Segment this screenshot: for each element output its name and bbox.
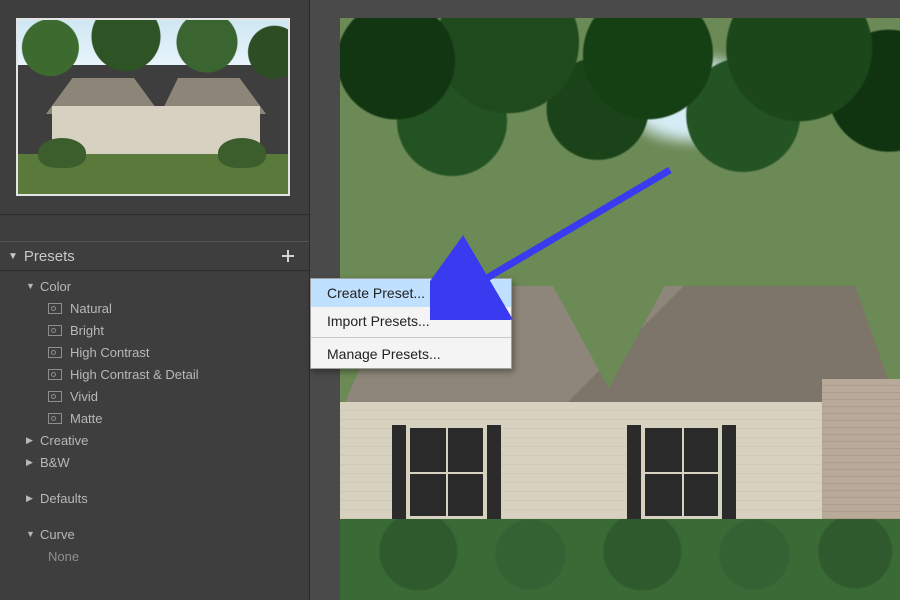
plus-icon — [280, 248, 296, 264]
preset-label: Natural — [70, 301, 112, 316]
preset-item-high-contrast[interactable]: High Contrast — [0, 341, 309, 363]
menu-item-import-presets[interactable]: Import Presets... — [311, 307, 511, 335]
presets-panel-title: Presets — [24, 248, 75, 265]
chevron-right-icon: ▶ — [26, 435, 40, 446]
preset-thumb-icon — [48, 347, 62, 358]
add-preset-button[interactable] — [279, 247, 297, 265]
preset-label: Vivid — [70, 389, 98, 404]
chevron-down-icon: ▼ — [26, 281, 40, 291]
left-sidebar: ▼ Presets ▼ Color Natural Bright High Co… — [0, 0, 310, 600]
preset-label: Bright — [70, 323, 104, 338]
presets-context-menu: Create Preset... Import Presets... Manag… — [310, 278, 512, 369]
presets-panel-body: ▼ Color Natural Bright High Contrast Hig… — [0, 271, 309, 575]
navigator-thumbnail-area — [0, 0, 309, 215]
menu-item-label: Manage Presets... — [327, 346, 441, 362]
preset-thumb-icon — [48, 391, 62, 402]
chevron-right-icon: ▶ — [26, 493, 40, 504]
preset-group-curve[interactable]: ▼ Curve — [0, 523, 309, 545]
panel-gap — [0, 215, 309, 241]
menu-item-label: Create Preset... — [327, 285, 425, 301]
preset-label: None — [48, 549, 79, 564]
preset-item-bright[interactable]: Bright — [0, 319, 309, 341]
preset-item-high-contrast-detail[interactable]: High Contrast & Detail — [0, 363, 309, 385]
preset-item-none[interactable]: None — [0, 545, 309, 567]
section-gap — [0, 473, 309, 487]
preset-thumb-icon — [48, 369, 62, 380]
section-gap — [0, 509, 309, 523]
group-label: Defaults — [40, 491, 88, 506]
preset-group-creative[interactable]: ▶ Creative — [0, 429, 309, 451]
menu-item-label: Import Presets... — [327, 313, 430, 329]
preset-group-color[interactable]: ▼ Color — [0, 275, 309, 297]
preset-thumb-icon — [48, 413, 62, 424]
preset-thumb-icon — [48, 325, 62, 336]
preset-group-defaults[interactable]: ▶ Defaults — [0, 487, 309, 509]
preset-item-matte[interactable]: Matte — [0, 407, 309, 429]
chevron-down-icon: ▼ — [8, 251, 18, 262]
preset-item-vivid[interactable]: Vivid — [0, 385, 309, 407]
preset-thumb-icon — [48, 303, 62, 314]
preset-label: High Contrast & Detail — [70, 367, 199, 382]
preset-label: Matte — [70, 411, 103, 426]
preset-group-bw[interactable]: ▶ B&W — [0, 451, 309, 473]
menu-item-manage-presets[interactable]: Manage Presets... — [311, 340, 511, 368]
chevron-down-icon: ▼ — [26, 529, 40, 539]
group-label: Creative — [40, 433, 88, 448]
menu-item-create-preset[interactable]: Create Preset... — [311, 279, 511, 307]
group-label: Color — [40, 279, 71, 294]
preset-item-natural[interactable]: Natural — [0, 297, 309, 319]
presets-panel-header[interactable]: ▼ Presets — [0, 241, 309, 271]
menu-separator — [311, 337, 511, 338]
navigator-thumbnail[interactable] — [16, 18, 290, 196]
chevron-right-icon: ▶ — [26, 457, 40, 468]
group-label: Curve — [40, 527, 75, 542]
group-label: B&W — [40, 455, 70, 470]
preset-label: High Contrast — [70, 345, 149, 360]
